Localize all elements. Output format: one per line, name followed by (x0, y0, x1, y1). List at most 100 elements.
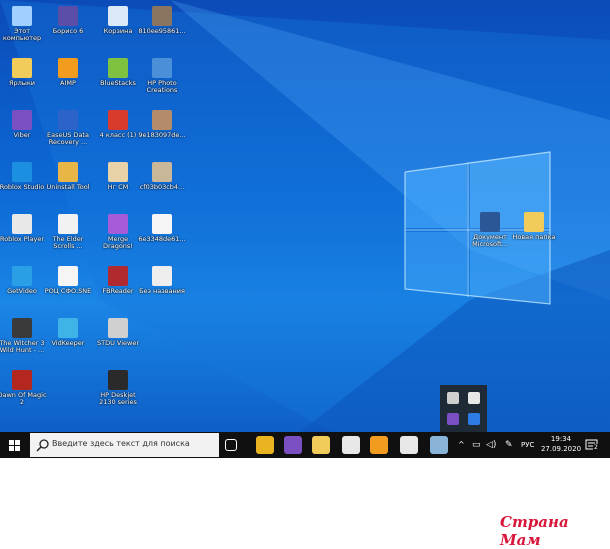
desktop-icon[interactable]: Viber (0, 110, 48, 139)
merge-dragons-icon (108, 214, 128, 234)
bluestacks-icon (108, 58, 128, 78)
start-button[interactable] (0, 432, 28, 458)
desktop-icon-label: HP Deskjet 2130 series (99, 391, 137, 406)
desktop-icon-label: Ярлыки (8, 79, 36, 87)
desktop-icon[interactable]: VidKeeper (42, 318, 94, 347)
desktop-icon-label: Новая папка (512, 233, 556, 241)
app-icon[interactable] (430, 436, 448, 454)
desktop-icon[interactable]: EaseUS Data Recovery ... (42, 110, 94, 146)
desktop-icon-label: Этот компьютер (2, 27, 42, 42)
defender-icon[interactable] (468, 413, 480, 425)
search-box[interactable]: Введите здесь текст для поиска (30, 433, 219, 457)
pdf-icon (108, 110, 128, 130)
image-icon (108, 162, 128, 182)
desktop-icon-label: 810ee95861... (138, 27, 186, 35)
getvideo-icon (12, 266, 32, 286)
desktop-icon[interactable]: STDU Viewer (92, 318, 144, 347)
desktop-icon[interactable]: The Elder Scrolls ... (42, 214, 94, 250)
desktop-icon[interactable]: Новая папка (508, 212, 560, 241)
desktop-icon[interactable]: GetVideo (0, 266, 48, 295)
word-doc-icon (480, 212, 500, 232)
desktop-icon[interactable]: HP Deskjet 2130 series (92, 370, 144, 406)
image-icon (152, 6, 172, 26)
language-indicator[interactable]: РУС (521, 432, 534, 458)
desktop-icon[interactable]: РОЦ СФО.SNE (42, 266, 94, 295)
desktop-icon-label: STDU Viewer (96, 339, 140, 347)
fbreader-icon (108, 266, 128, 286)
aimp-icon (58, 58, 78, 78)
desktop-icon[interactable]: Dawn Of Magic 2 (0, 370, 48, 406)
roblox-studio-icon (12, 162, 32, 182)
action-center-button[interactable]: 2 (584, 437, 600, 453)
folder-icon (524, 212, 544, 232)
volume-icon[interactable]: ◁) (486, 432, 496, 458)
wifi-off-icon[interactable] (447, 392, 459, 404)
witcher-icon (12, 318, 32, 338)
desktop-icon[interactable]: Без названия (136, 266, 188, 295)
desktop-icon-label: AIMP (60, 79, 76, 87)
computer-icon (12, 6, 32, 26)
desktop-icon-label: 6e3348de61... (138, 235, 186, 243)
stdu-viewer-icon (108, 318, 128, 338)
vidkeeper-icon (58, 318, 78, 338)
desktop-icon-label: Без названия (139, 287, 185, 295)
chevron-up-icon[interactable]: ^ (458, 432, 465, 458)
desktop-icon-label: GetVideo (7, 287, 37, 295)
desktop-icon-label: Dawn Of Magic 2 (0, 391, 47, 406)
desktop-icon[interactable]: 9e183097de... (136, 110, 188, 139)
desktop-icon[interactable]: cf03b03cb4... (136, 162, 188, 191)
viber-icon[interactable] (447, 413, 459, 425)
desktop-icon[interactable]: The Witcher 3 Wild Hunt - ... (0, 318, 48, 354)
viber-icon (12, 110, 32, 130)
desktop-icon-label: The Witcher 3 Wild Hunt - ... (0, 339, 45, 354)
hp-photo-icon (152, 58, 172, 78)
desktop-icon-label: cf03b03cb4... (139, 183, 185, 191)
game-icon[interactable] (400, 436, 418, 454)
desktop-icon[interactable]: Roblox Player (0, 214, 48, 243)
aimp-icon[interactable] (370, 436, 388, 454)
desktop-icon-label: HP Photo Creations (146, 79, 178, 94)
desktop-icon[interactable]: 6e3348de61... (136, 214, 188, 243)
paint-icon[interactable] (342, 436, 360, 454)
desktop-icon[interactable]: Uninstall Tool (42, 162, 94, 191)
image-icon (152, 110, 172, 130)
desktop-icon-label: Борисо 6 (52, 27, 84, 35)
desktop-icon[interactable]: Борисо 6 (42, 6, 94, 35)
dawn-of-magic-icon (12, 370, 32, 390)
desktop-icon-label: Roblox Player (0, 235, 45, 243)
shield-icon[interactable] (468, 392, 480, 404)
roblox-player-icon (12, 214, 32, 234)
pen-icon[interactable]: ✎ (505, 432, 513, 458)
desktop-icon-label: VidKeeper (51, 339, 85, 347)
clock[interactable]: 19:34 27.09.2020 (540, 434, 582, 454)
desktop-icon[interactable]: Roblox Studio (0, 162, 48, 191)
clock-date: 27.09.2020 (540, 445, 582, 453)
uninstall-tool-icon (58, 162, 78, 182)
search-icon (36, 439, 49, 452)
recycle-bin-icon (108, 6, 128, 26)
viber-icon[interactable] (284, 436, 302, 454)
desktop-icon[interactable]: Ярлыки (0, 58, 48, 87)
desktop-icon-label: Roblox Studio (0, 183, 45, 191)
chrome-icon[interactable] (256, 436, 274, 454)
desktop-icon[interactable]: 810ee95861... (136, 6, 188, 35)
game-icon (58, 6, 78, 26)
printer-icon (108, 370, 128, 390)
file-explorer-icon[interactable] (312, 436, 330, 454)
desktop-icon[interactable]: Этот компьютер (0, 6, 48, 42)
clock-time: 19:34 (550, 435, 572, 443)
tray-overflow-popup (440, 385, 487, 432)
desktop-icon-label: Viber (13, 131, 31, 139)
easeus-icon (58, 110, 78, 130)
desktop-icon-label: Uninstall Tool (46, 183, 90, 191)
document-icon (58, 266, 78, 286)
search-placeholder: Введите здесь текст для поиска (52, 439, 190, 448)
taskbar: Введите здесь текст для поиска ^ ▭ ◁) ✎ … (0, 432, 610, 458)
desktop-icon[interactable]: AIMP (42, 58, 94, 87)
notification-count: 2 (593, 444, 599, 451)
desktop: Этот компьютер Ярлыки Viber Roblox Studio Ro… (0, 0, 610, 432)
task-view-icon[interactable] (225, 439, 237, 451)
folder-icon (12, 58, 32, 78)
network-icon[interactable]: ▭ (472, 432, 481, 458)
desktop-icon[interactable]: HP Photo Creations (136, 58, 188, 94)
